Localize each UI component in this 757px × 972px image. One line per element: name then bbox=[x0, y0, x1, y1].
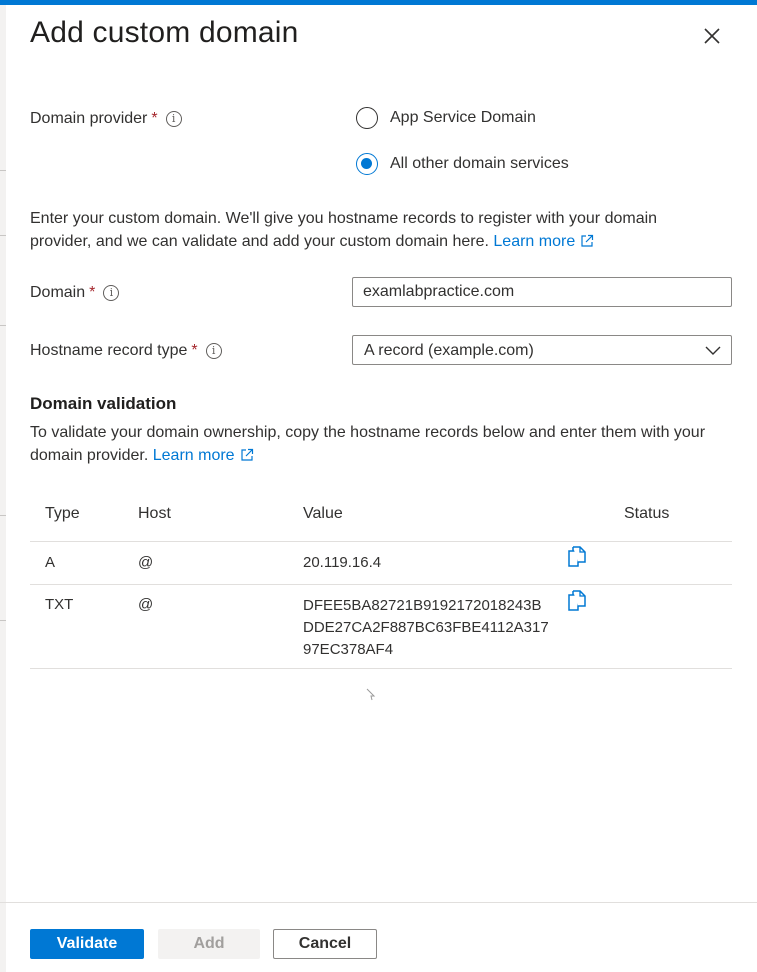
cell-value: 20.119.16.4 bbox=[303, 554, 382, 571]
header-divider bbox=[30, 541, 732, 542]
required-mark: * bbox=[151, 110, 158, 127]
radio-label: All other domain services bbox=[390, 155, 569, 172]
column-header-value: Value bbox=[303, 505, 343, 522]
mouse-cursor-icon bbox=[366, 688, 376, 701]
hostname-record-type-label: Hostname record type * i bbox=[30, 342, 222, 360]
cancel-button[interactable]: Cancel bbox=[273, 929, 377, 959]
learn-more-link[interactable]: Learn more bbox=[493, 233, 594, 250]
dropdown-selected-value: A record (example.com) bbox=[364, 342, 534, 359]
radio-circle-selected[interactable] bbox=[356, 153, 378, 175]
cell-value: DFEE5BA82721B9192172018243B DDE27CA2F887… bbox=[303, 597, 549, 658]
validate-button[interactable]: Validate bbox=[30, 929, 144, 959]
domain-label: Domain * i bbox=[30, 284, 120, 302]
copy-icon[interactable] bbox=[567, 546, 587, 568]
cell-type: TXT bbox=[45, 596, 74, 613]
column-header-host: Host bbox=[138, 505, 171, 522]
external-link-icon bbox=[240, 448, 253, 461]
external-link-icon bbox=[581, 234, 594, 247]
learn-more-link[interactable]: Learn more bbox=[153, 447, 254, 464]
radio-app-service-domain[interactable]: App Service Domain bbox=[356, 107, 536, 129]
column-header-type: Type bbox=[45, 505, 80, 522]
domain-input[interactable] bbox=[352, 277, 732, 307]
radio-all-other-domain-services[interactable]: All other domain services bbox=[356, 153, 569, 175]
info-icon[interactable]: i bbox=[103, 285, 120, 301]
background-edge bbox=[0, 5, 6, 972]
cell-type: A bbox=[45, 554, 56, 571]
info-icon[interactable]: i bbox=[165, 111, 182, 127]
chevron-down-icon bbox=[705, 346, 721, 355]
hostname-record-type-dropdown[interactable]: A record (example.com) bbox=[352, 335, 732, 365]
domain-provider-label: Domain provider * i bbox=[30, 110, 182, 128]
panel-title: Add custom domain bbox=[30, 16, 299, 49]
radio-label: App Service Domain bbox=[390, 109, 536, 126]
required-mark: * bbox=[191, 342, 198, 359]
copy-icon[interactable] bbox=[567, 590, 587, 612]
row-divider bbox=[30, 668, 732, 669]
domain-validation-heading: Domain validation bbox=[30, 394, 177, 413]
intro-text: Enter your custom domain. We'll give you… bbox=[30, 210, 658, 250]
top-accent-bar bbox=[0, 0, 757, 5]
add-button[interactable]: Add bbox=[158, 929, 260, 959]
row-divider bbox=[30, 584, 732, 585]
cell-host: @ bbox=[138, 596, 154, 613]
column-header-status: Status bbox=[624, 505, 670, 522]
required-mark: * bbox=[89, 284, 96, 301]
close-icon[interactable] bbox=[700, 24, 724, 48]
footer-divider bbox=[0, 902, 757, 903]
cell-host: @ bbox=[138, 554, 154, 571]
validation-text: To validate your domain ownership, copy … bbox=[30, 424, 706, 464]
radio-circle[interactable] bbox=[356, 107, 378, 129]
info-icon[interactable]: i bbox=[205, 343, 222, 359]
